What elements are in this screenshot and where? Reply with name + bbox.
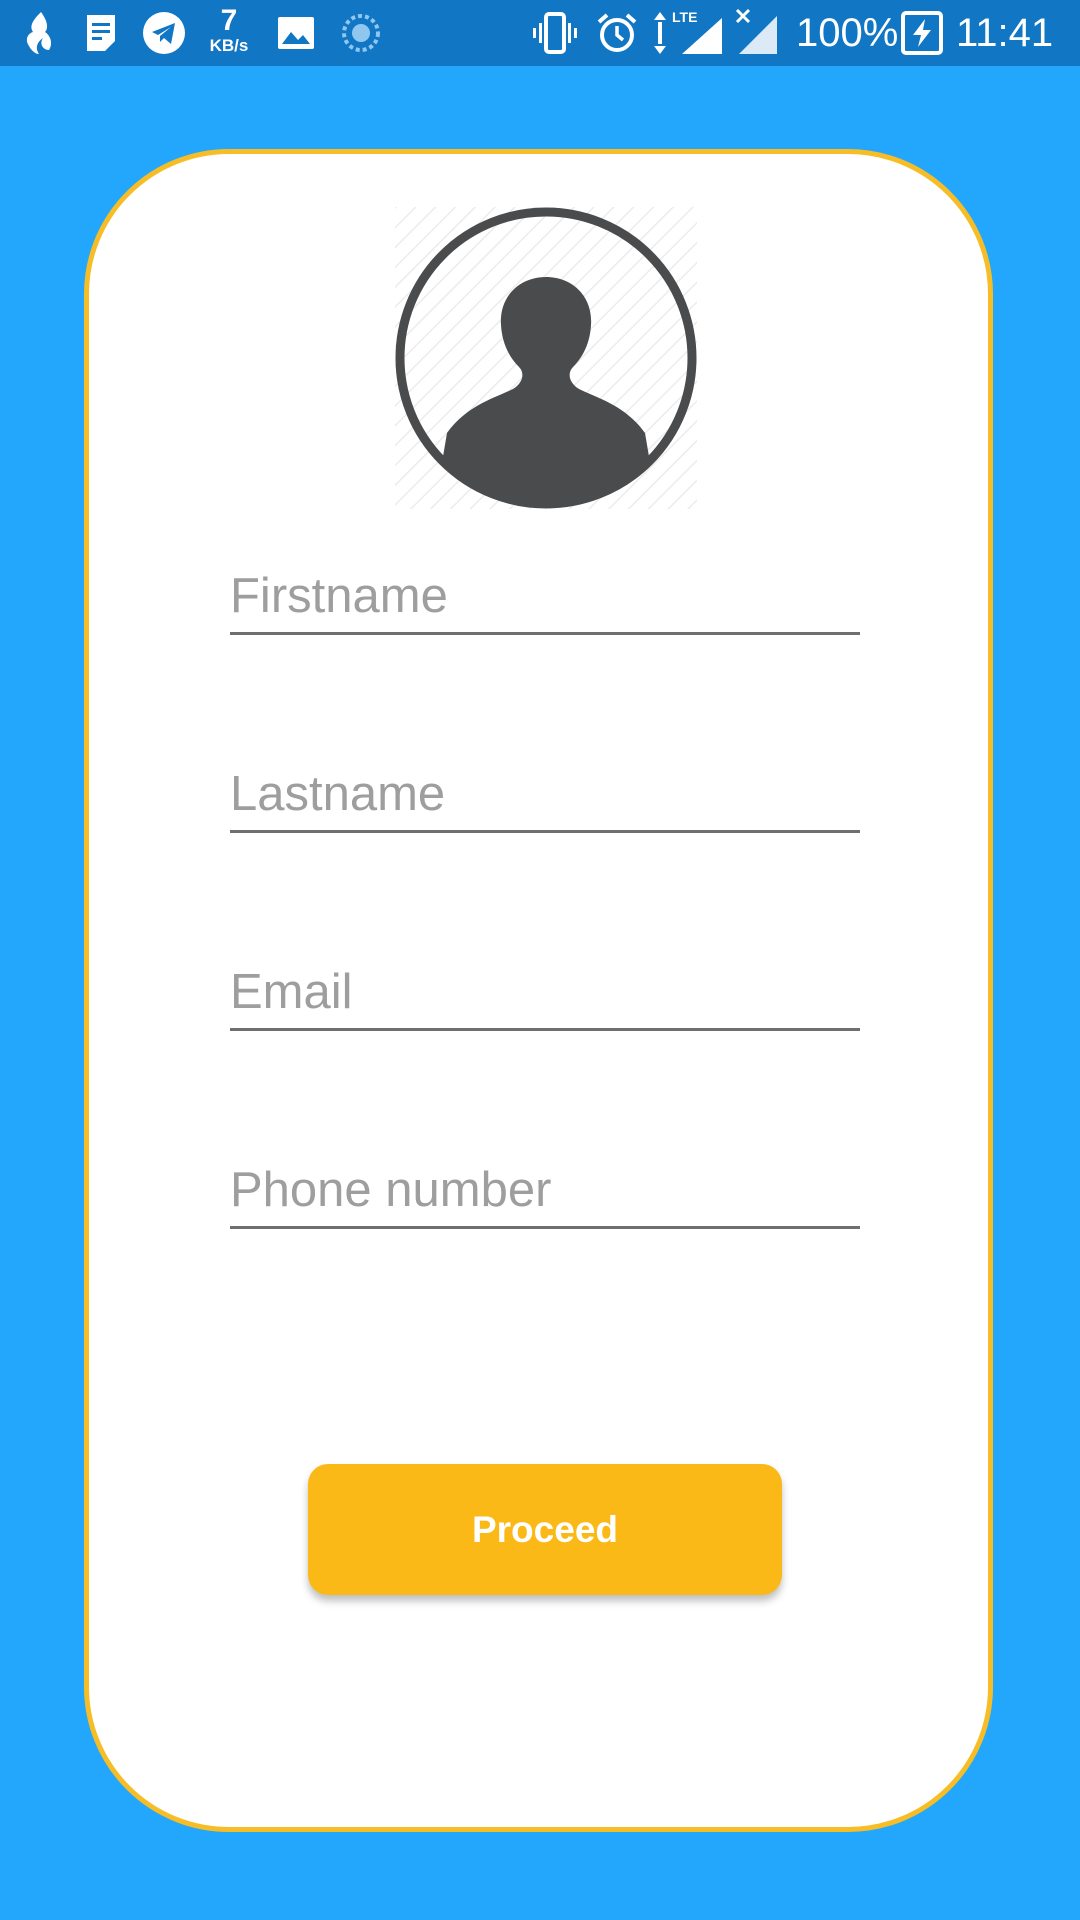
flame-app-icon xyxy=(20,0,56,66)
phone-number-input[interactable] xyxy=(230,1162,860,1218)
email-input[interactable] xyxy=(230,964,860,1020)
status-bar: 7 KB/s LTE 100% 11:41 xyxy=(0,0,1080,66)
lastname-input[interactable] xyxy=(230,766,860,822)
battery-percent: 100% xyxy=(796,11,899,55)
email-field[interactable] xyxy=(230,955,860,1031)
lte-signal-icon: LTE xyxy=(652,0,726,66)
lastname-field[interactable] xyxy=(230,757,860,833)
clock-time: 11:41 xyxy=(956,11,1054,55)
no-sim-signal-icon xyxy=(735,0,781,66)
proceed-button[interactable]: Proceed xyxy=(308,1464,782,1595)
battery-charging-icon xyxy=(900,0,944,66)
user-avatar-icon[interactable] xyxy=(395,207,697,509)
gallery-icon xyxy=(276,0,316,66)
network-speed: 7 KB/s xyxy=(202,4,256,55)
firstname-field[interactable] xyxy=(230,559,860,635)
vibrate-icon xyxy=(530,0,580,66)
profile-form-card: Proceed xyxy=(84,149,993,1832)
sync-icon xyxy=(340,0,382,66)
alarm-icon xyxy=(594,0,640,66)
firstname-input[interactable] xyxy=(230,568,860,624)
network-speed-unit: KB/s xyxy=(209,36,249,55)
phone-number-field[interactable] xyxy=(230,1153,860,1229)
network-speed-value: 7 xyxy=(220,4,238,37)
telegram-icon xyxy=(141,0,187,66)
network-type-label: LTE xyxy=(672,9,697,25)
notes-icon xyxy=(82,0,120,66)
